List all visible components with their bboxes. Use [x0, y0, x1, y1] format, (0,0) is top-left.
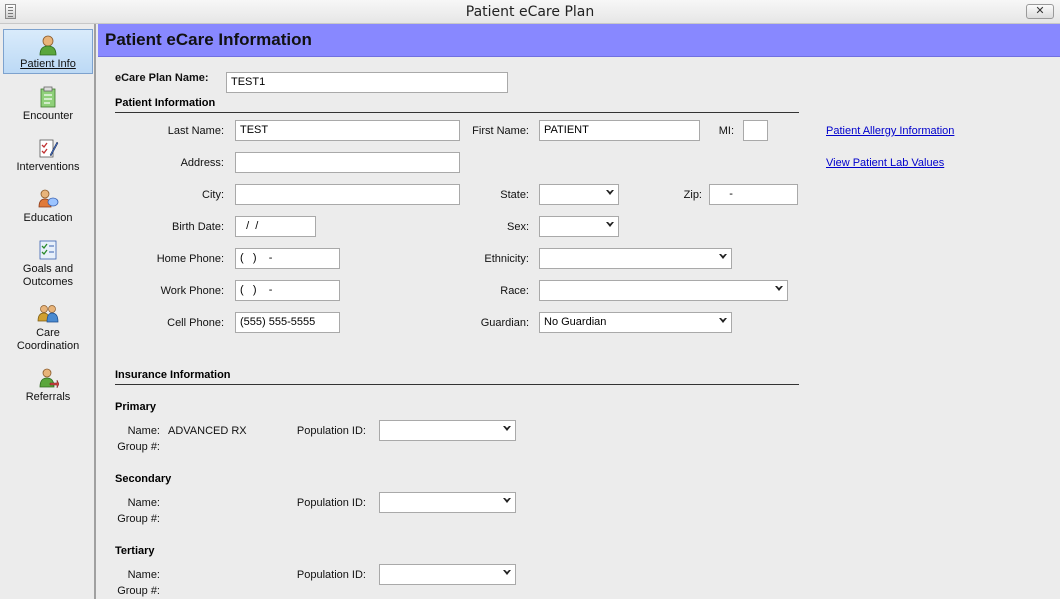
chevron-down-icon [606, 190, 614, 195]
city-label: City: [202, 189, 224, 201]
chevron-down-icon [719, 318, 727, 323]
mi-label: MI: [718, 125, 734, 137]
view-lab-values-link[interactable]: View Patient Lab Values [826, 157, 944, 169]
first-name-field[interactable]: PATIENT [539, 120, 700, 141]
patient-section-rule [115, 112, 799, 113]
primary-population-label: Population ID: [296, 425, 366, 437]
clipboard-icon [40, 86, 56, 108]
sidebar-item-label: Interventions [16, 161, 80, 173]
sidebar-item-interventions[interactable]: Interventions [3, 133, 93, 175]
tertiary-population-label: Population ID: [296, 569, 366, 581]
zip-label: Zip: [683, 189, 702, 201]
last-name-label: Last Name: [167, 125, 224, 137]
plan-name-label: eCare Plan Name: [115, 72, 209, 84]
page-title: Patient eCare Information [105, 30, 312, 49]
secondary-group-label: Group #: [117, 513, 160, 525]
guardian-dropdown[interactable]: No Guardian [539, 312, 732, 333]
secondary-population-label: Population ID: [296, 497, 366, 509]
checklist-icon [39, 240, 57, 260]
home-phone-field[interactable]: ( ) - [235, 248, 340, 269]
sex-label: Sex: [506, 221, 529, 233]
sidebar-item-label-2: Coordination [16, 340, 80, 352]
patient-section-title: Patient Information [115, 97, 216, 109]
close-button[interactable]: ✕ [1026, 4, 1054, 19]
tertiary-population-dropdown[interactable] [379, 564, 516, 585]
cell-phone-label: Cell Phone: [167, 317, 224, 329]
plan-name-field[interactable]: TEST1 [226, 72, 508, 93]
home-phone-label: Home Phone: [156, 253, 224, 265]
primary-name-label: Name: [127, 425, 160, 437]
chevron-down-icon [719, 254, 727, 259]
sidebar-item-education[interactable]: Education [3, 184, 93, 226]
chevron-down-icon [503, 498, 511, 503]
secondary-insurance-title: Secondary [115, 473, 172, 485]
title-bar: Patient eCare Plan ✕ [0, 0, 1060, 24]
chevron-down-icon [503, 570, 511, 575]
work-phone-field[interactable]: ( ) - [235, 280, 340, 301]
guardian-label: Guardian: [480, 317, 529, 329]
sidebar-item-label-2: Outcomes [22, 276, 74, 288]
primary-population-dropdown[interactable] [379, 420, 516, 441]
birth-date-field[interactable]: / / [235, 216, 316, 237]
sidebar-item-care-coordination[interactable]: Care Coordination [3, 299, 93, 354]
chevron-down-icon [503, 426, 511, 431]
main-content: Patient eCare Information eCare Plan Nam… [98, 24, 1060, 599]
primary-name-value: ADVANCED RX [168, 425, 247, 437]
sidebar-item-label: Care [36, 327, 60, 339]
race-label: Race: [500, 285, 529, 297]
checklist-pencil-icon [39, 139, 59, 158]
ethnicity-dropdown[interactable] [539, 248, 732, 269]
patient-icon [39, 35, 57, 56]
sex-dropdown[interactable] [539, 216, 619, 237]
sidebar: Patient Info Encounter Interventions Edu… [0, 24, 96, 599]
sidebar-item-label: Goals and [22, 263, 74, 275]
sidebar-item-label: Referrals [25, 391, 71, 403]
birth-date-label: Birth Date: [172, 221, 224, 233]
window-title: Patient eCare Plan [465, 4, 595, 20]
race-dropdown[interactable] [539, 280, 788, 301]
sidebar-item-label: Education [23, 212, 73, 224]
sidebar-item-goals-outcomes[interactable]: Goals and Outcomes [3, 235, 93, 290]
guardian-value: No Guardian [544, 316, 607, 328]
address-label: Address: [180, 157, 224, 169]
person-chat-icon [38, 189, 59, 208]
zip-field[interactable]: - [709, 184, 798, 205]
person-referral-icon [39, 368, 59, 389]
mi-field[interactable] [743, 120, 768, 141]
sidebar-item-label: Patient Info [20, 58, 76, 70]
page-header: Patient eCare Information [98, 24, 1060, 57]
sidebar-item-label: Encounter [22, 110, 74, 122]
tertiary-name-label: Name: [127, 569, 160, 581]
state-label: State: [500, 189, 529, 201]
tertiary-group-label: Group #: [117, 585, 160, 597]
sidebar-item-referrals[interactable]: Referrals [3, 363, 93, 405]
work-phone-label: Work Phone: [160, 285, 224, 297]
address-field[interactable] [235, 152, 460, 173]
sidebar-item-patient-info[interactable]: Patient Info [3, 29, 93, 74]
primary-insurance-title: Primary [115, 401, 156, 413]
city-field[interactable] [235, 184, 460, 205]
tertiary-insurance-title: Tertiary [115, 545, 155, 557]
chevron-down-icon [606, 222, 614, 227]
cell-phone-field[interactable]: (555) 555-5555 [235, 312, 340, 333]
chevron-down-icon [775, 286, 783, 291]
secondary-name-label: Name: [127, 497, 160, 509]
ethnicity-label: Ethnicity: [484, 253, 529, 265]
primary-group-label: Group #: [117, 441, 160, 453]
first-name-label: First Name: [472, 125, 529, 137]
last-name-field[interactable]: TEST [235, 120, 460, 141]
app-window: Patient eCare Plan ✕ Patient Info Encoun… [0, 0, 1060, 599]
state-dropdown[interactable] [539, 184, 619, 205]
sidebar-item-encounter[interactable]: Encounter [3, 82, 93, 124]
insurance-section-title: Insurance Information [115, 369, 231, 381]
secondary-population-dropdown[interactable] [379, 492, 516, 513]
insurance-section-rule [115, 384, 799, 385]
people-group-icon [37, 305, 59, 323]
patient-allergy-link[interactable]: Patient Allergy Information [826, 125, 954, 137]
